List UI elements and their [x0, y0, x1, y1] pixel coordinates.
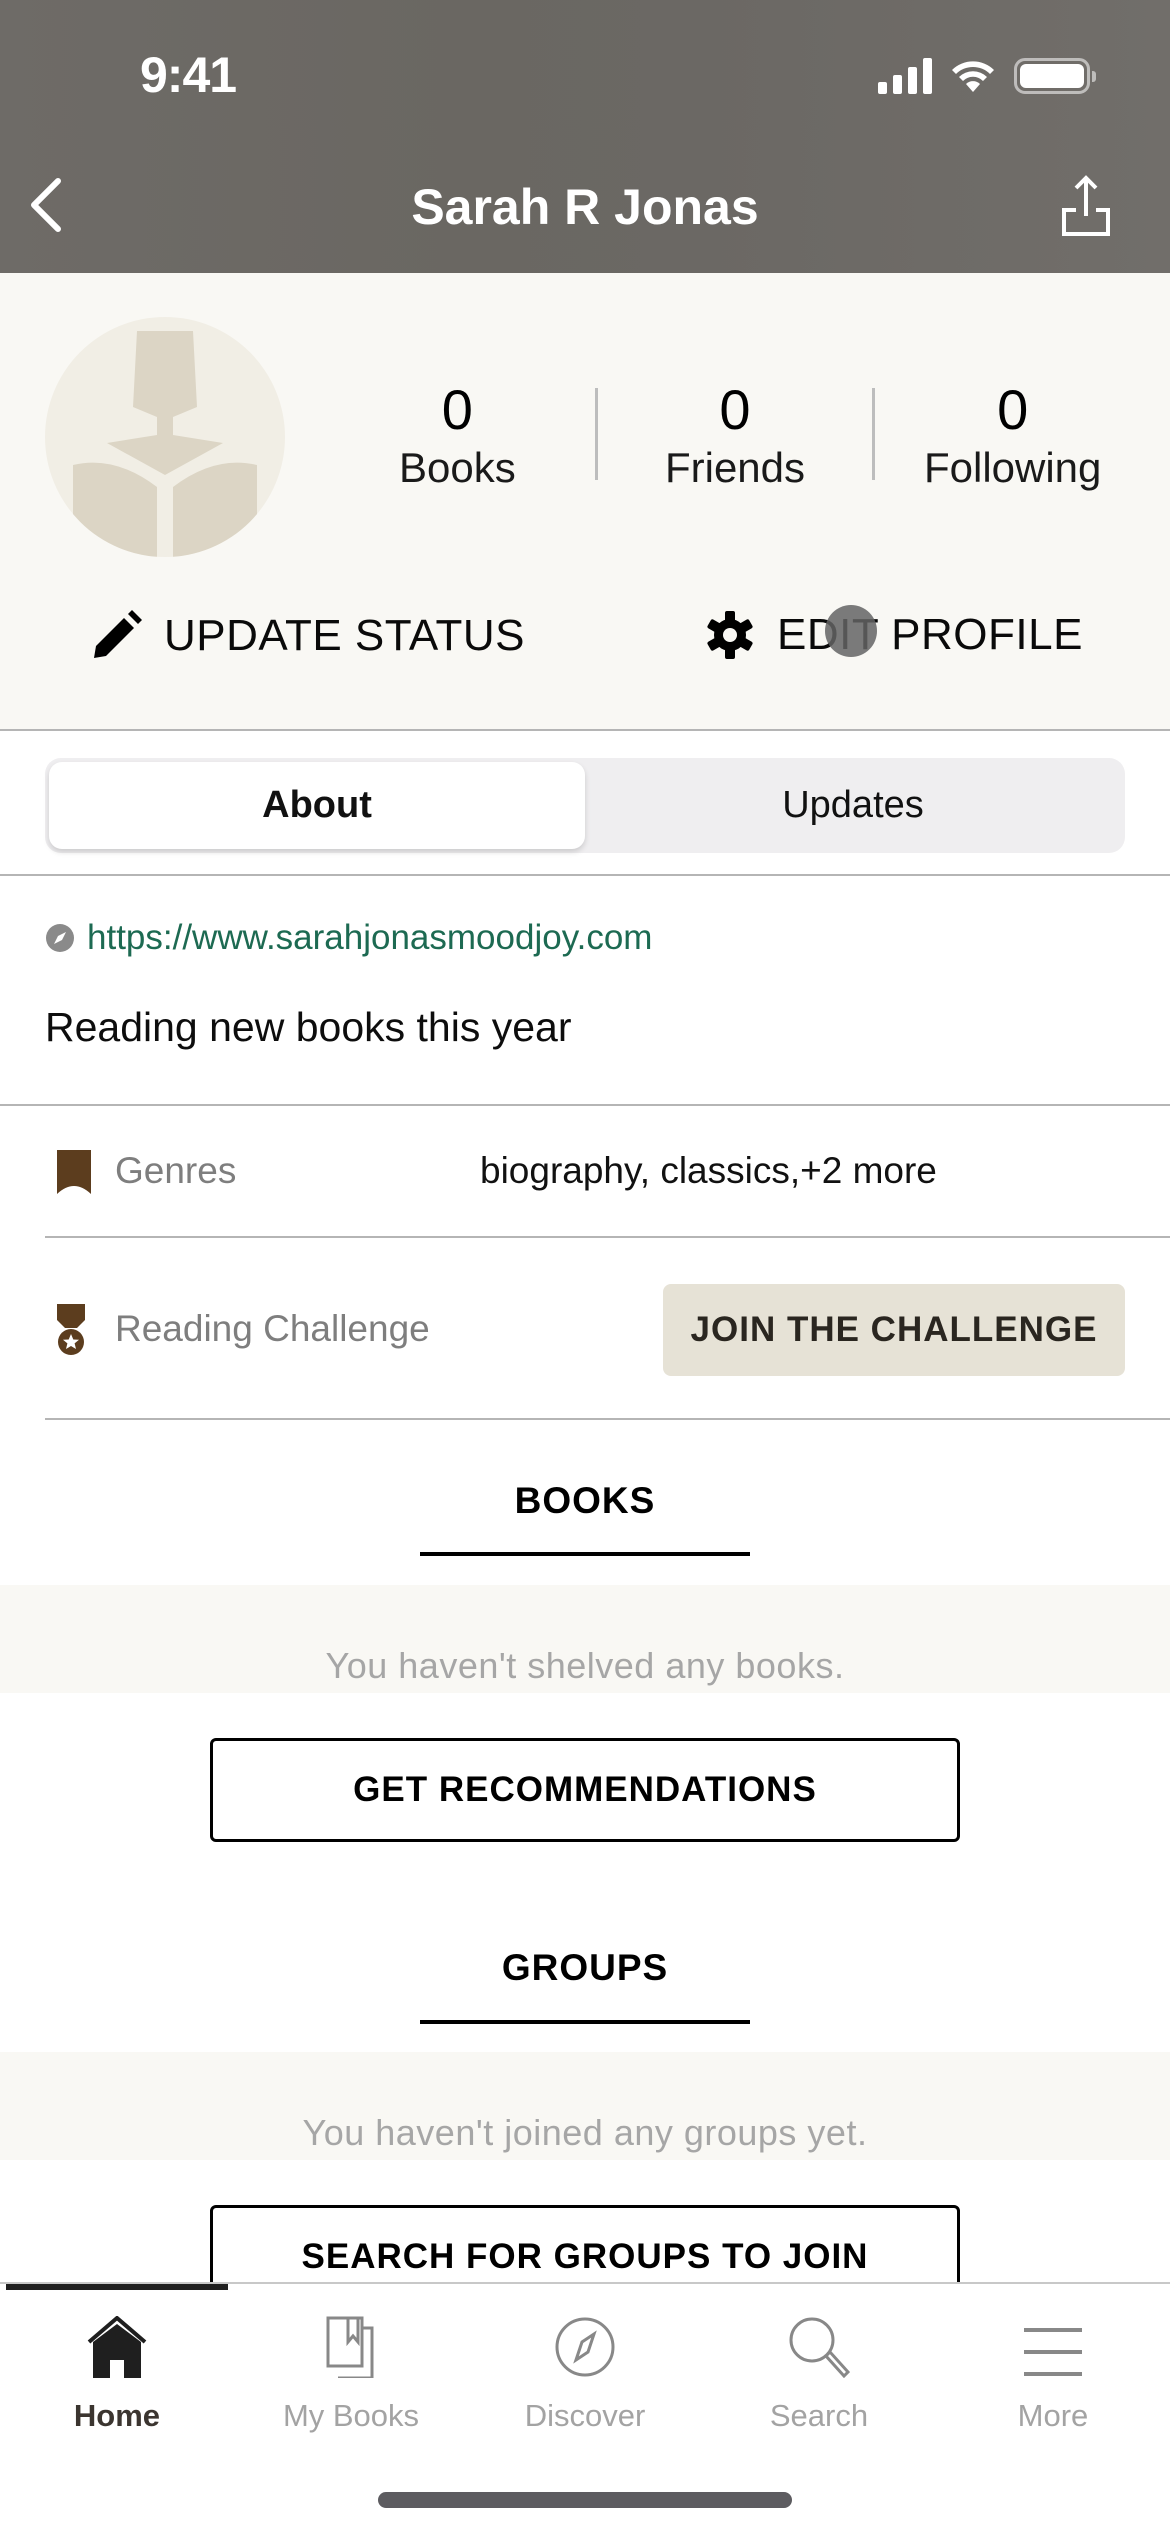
genres-value: biography, classics,+2 more	[480, 1150, 937, 1191]
tab-label: Home	[73, 2398, 161, 2433]
tab-label: My Books	[282, 2398, 420, 2433]
stat-following[interactable]: 0 Following	[875, 378, 1150, 498]
tab-label: Discover	[524, 2398, 646, 2433]
tab-my-books[interactable]: My Books	[234, 2306, 468, 2434]
compass-icon	[555, 2317, 615, 2377]
stat-label: Books	[398, 444, 516, 491]
compass-icon	[46, 924, 74, 952]
tab-more[interactable]: More	[936, 2306, 1170, 2434]
avatar[interactable]	[45, 317, 285, 557]
edit-profile-button[interactable]: EDIT PROFILE	[705, 610, 1083, 660]
status-time: 9:41	[140, 47, 237, 103]
share-icon[interactable]	[1058, 174, 1114, 238]
search-icon	[789, 2317, 850, 2378]
website-url: https://www.sarahjonasmoodjoy.com	[87, 918, 653, 957]
page-title: Sarah R Jonas	[411, 179, 759, 235]
join-challenge-button[interactable]: JOIN THE CHALLENGE	[663, 1284, 1125, 1376]
cellular-signal-icon	[878, 58, 932, 94]
bookmark-icon	[57, 1150, 91, 1194]
tab-search[interactable]: Search	[702, 2306, 936, 2434]
about-section: https://www.sarahjonasmoodjoy.com Readin…	[0, 876, 1170, 1106]
active-tab-indicator	[6, 2284, 228, 2290]
stat-value: 0	[997, 378, 1029, 441]
stat-books[interactable]: 0 Books	[320, 378, 595, 498]
genres-row[interactable]: Genres biography, classics,+2 more	[45, 1106, 1170, 1238]
reader-placeholder-icon	[73, 331, 257, 557]
tab-label: Search	[769, 2398, 869, 2433]
books-section-underline	[420, 1552, 750, 1556]
medal-icon	[57, 1304, 85, 1355]
edit-profile-label: EDIT PROFILE	[777, 610, 1083, 659]
wifi-icon	[952, 61, 994, 92]
home-indicator[interactable]	[378, 2492, 792, 2508]
tab-about[interactable]: About	[49, 762, 585, 849]
home-icon	[87, 2316, 147, 2378]
stat-value: 0	[441, 378, 473, 441]
profile-header: 0 Books 0 Friends 0 Following UPDATE STA…	[0, 273, 1170, 731]
my-books-icon	[326, 2316, 374, 2378]
header: 9:41 Sarah R Jonas	[0, 0, 1170, 273]
get-recommendations-button[interactable]: GET RECOMMENDATIONS	[210, 1738, 960, 1842]
genres-label: Genres	[115, 1150, 237, 1191]
stat-label: Following	[923, 444, 1102, 491]
stat-friends[interactable]: 0 Friends	[598, 378, 873, 498]
bio-text: Reading new books this year	[45, 1004, 572, 1050]
tab-label: More	[1017, 2398, 1089, 2433]
reading-challenge-row: Reading Challenge JOIN THE CHALLENGE	[45, 1238, 1170, 1420]
tab-updates[interactable]: Updates	[585, 762, 1121, 849]
segmented-control: About Updates	[45, 758, 1125, 853]
profile-actions: UPDATE STATUS EDIT PROFILE	[0, 610, 1170, 680]
segmented-control-section: About Updates	[0, 731, 1170, 876]
groups-section-title: GROUPS	[501, 1947, 669, 1988]
gear-icon	[707, 611, 753, 659]
stat-label: Friends	[664, 444, 806, 491]
pencil-icon	[94, 610, 142, 658]
status-icons	[878, 58, 1096, 94]
update-status-label: UPDATE STATUS	[164, 611, 525, 660]
reading-challenge-label: Reading Challenge	[115, 1308, 430, 1349]
touch-indicator	[825, 605, 877, 657]
groups-empty-message: You haven't joined any groups yet.	[0, 2052, 1170, 2160]
books-section-title: BOOKS	[514, 1480, 656, 1521]
books-empty-message: You haven't shelved any books.	[0, 1585, 1170, 1693]
tab-home[interactable]: Home	[0, 2306, 234, 2434]
profile-stats: 0 Books 0 Friends 0 Following	[320, 378, 1150, 498]
battery-icon	[1014, 58, 1096, 94]
menu-icon	[1024, 2328, 1082, 2376]
tab-discover[interactable]: Discover	[468, 2306, 702, 2434]
groups-section-underline	[420, 2020, 750, 2024]
website-link[interactable]: https://www.sarahjonasmoodjoy.com	[45, 918, 652, 958]
stat-value: 0	[719, 378, 751, 441]
update-status-button[interactable]: UPDATE STATUS	[90, 610, 525, 662]
